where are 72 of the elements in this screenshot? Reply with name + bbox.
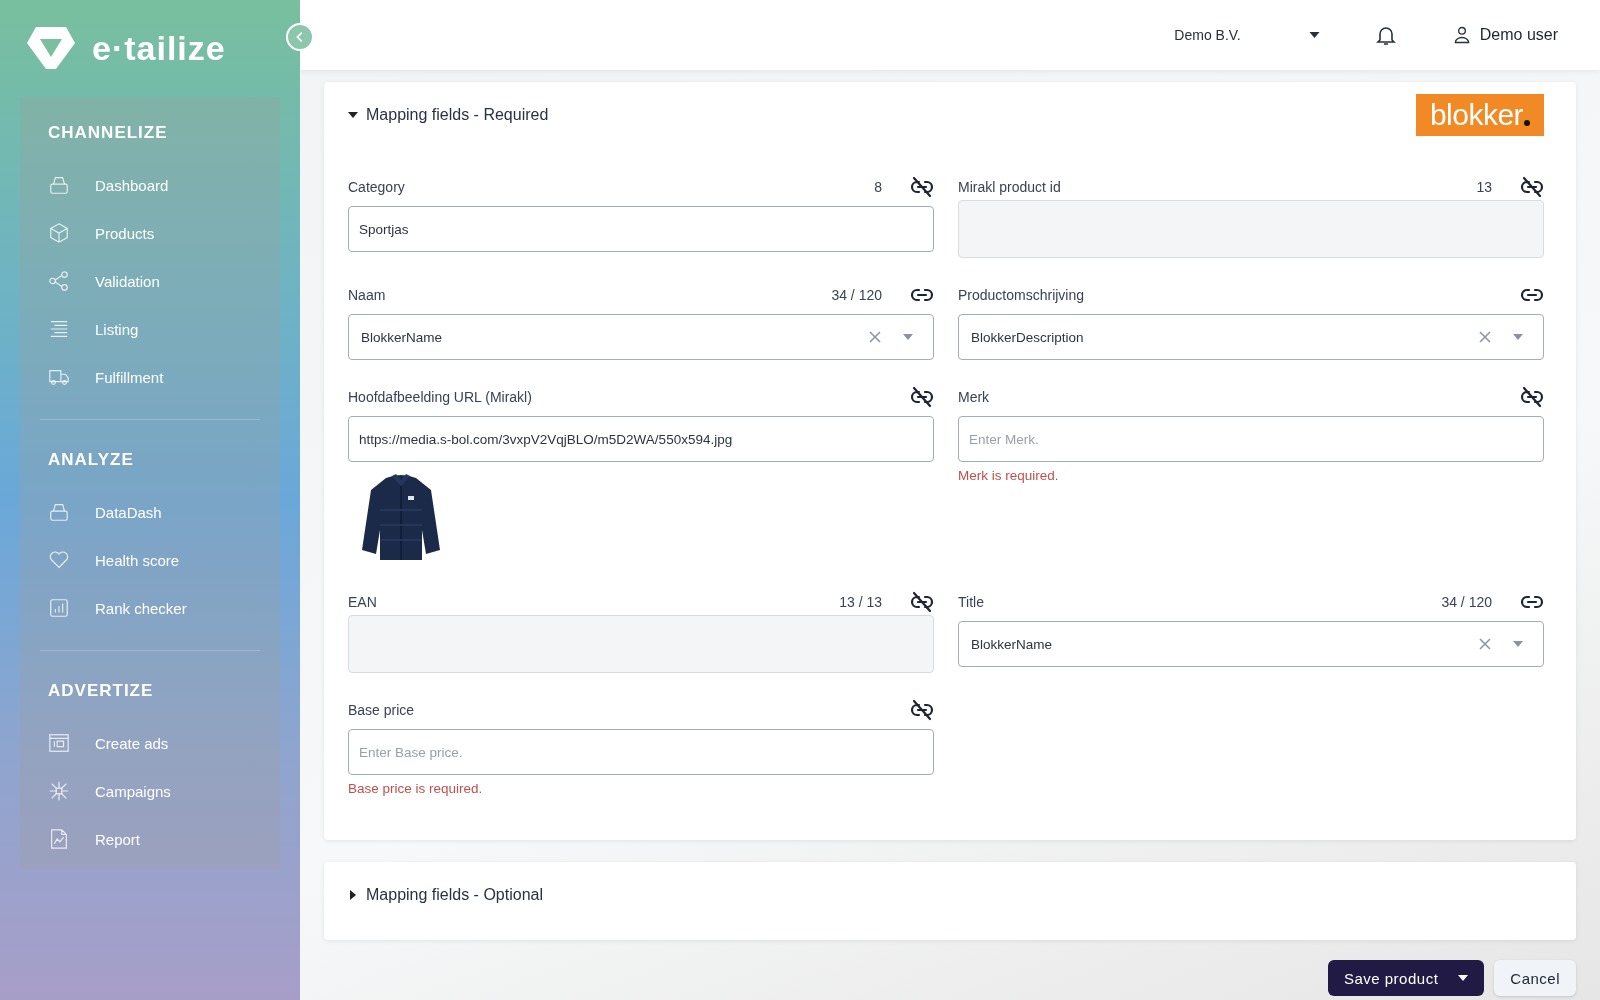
nav-item[interactable]: DataDash <box>48 488 260 536</box>
nav-section-title: ANALYZE <box>48 450 135 470</box>
nav-item[interactable]: Validation <box>48 257 260 305</box>
nav-section-title: CHANNELIZE <box>48 123 169 143</box>
unlink-icon[interactable] <box>910 175 934 199</box>
clear-icon[interactable] <box>1479 638 1491 650</box>
clear-icon[interactable] <box>869 331 881 343</box>
section-toggle[interactable]: Mapping fields - Required <box>348 106 549 124</box>
logo-text: e·tailize <box>92 28 226 68</box>
nav-item[interactable]: Create ads <box>48 719 260 767</box>
tray-icon <box>48 501 70 523</box>
nav-item[interactable]: Report <box>48 815 260 863</box>
ad-icon <box>48 732 70 754</box>
share-icon <box>48 270 70 292</box>
network-icon <box>48 780 70 802</box>
caret-icon <box>1513 641 1523 647</box>
unlink-icon[interactable] <box>1520 175 1544 199</box>
character-count: 34 / 120 <box>1441 594 1492 610</box>
unlink-icon[interactable] <box>910 590 934 614</box>
field-label: Mirakl product id <box>958 179 1062 195</box>
save-product-button[interactable]: Save product <box>1327 960 1485 996</box>
select-field[interactable]: BlokkerName <box>958 621 1544 667</box>
cancel-button[interactable]: Cancel <box>1494 960 1576 996</box>
input-field[interactable]: Enter Base price. <box>348 729 934 775</box>
input-field[interactable]: Sportjas <box>348 206 934 252</box>
input-field[interactable]: https://media.s-bol.com/3vxpV2VqjBLO/m5D2WA/550x594.jpg <box>348 416 934 462</box>
nav-item[interactable]: Products <box>48 209 260 257</box>
caret-icon <box>1458 975 1469 981</box>
tray-icon <box>48 174 70 196</box>
nav-item[interactable]: Fulfillment <box>48 353 260 401</box>
caret-icon <box>903 334 913 340</box>
cube-icon <box>48 222 70 244</box>
field-label: Title <box>958 594 985 610</box>
unlink-icon[interactable] <box>910 698 934 722</box>
clear-icon[interactable] <box>1479 331 1491 343</box>
field-label: Hoofdafbeelding URL (Mirakl) <box>348 389 533 405</box>
marketplace-logo: blokker <box>1416 94 1544 136</box>
character-count: 8 <box>874 179 882 195</box>
company-dropdown[interactable]: Demo B.V. <box>1168 26 1326 44</box>
field-label: Category <box>348 179 406 195</box>
select-field[interactable]: BlokkerDescription <box>958 314 1544 360</box>
nav-item[interactable]: Dashboard <box>48 161 260 209</box>
character-count: 13 / 13 <box>839 594 882 610</box>
error-message: Merk is required. <box>958 468 1060 483</box>
section-toggle[interactable]: Mapping fields - Optional <box>348 886 543 904</box>
field-label: EAN <box>348 594 378 610</box>
field-label: Productomschrijving <box>958 287 1086 303</box>
caret-icon <box>1308 32 1320 38</box>
nav-section-title: ADVERTIZE <box>48 681 155 701</box>
nav-item[interactable]: Health score <box>48 536 260 584</box>
caret-icon <box>1513 334 1523 340</box>
field-label: Naam <box>348 287 387 303</box>
nav-item[interactable]: Campaigns <box>48 767 260 815</box>
list-icon <box>48 318 70 340</box>
heart-icon <box>48 549 70 571</box>
select-field[interactable]: BlokkerName <box>348 314 934 360</box>
unlink-icon[interactable] <box>1520 385 1544 409</box>
field-label: Merk <box>958 389 991 405</box>
field-label: Base price <box>348 702 416 718</box>
unlink-icon[interactable] <box>910 385 934 409</box>
character-count: 34 / 120 <box>831 287 882 303</box>
input-field[interactable]: Enter Merk. <box>958 416 1544 462</box>
error-message: Base price is required. <box>348 781 484 796</box>
bar-chart-icon <box>48 597 70 619</box>
caret-icon <box>348 890 358 900</box>
caret-icon <box>348 110 358 120</box>
user-menu[interactable]: Demo user <box>1445 24 1564 46</box>
report-icon <box>48 828 70 850</box>
logo-icon <box>26 25 76 71</box>
nav-item[interactable]: Listing <box>48 305 260 353</box>
character-count: 13 <box>1476 179 1492 195</box>
nav-item[interactable]: Rank checker <box>48 584 260 632</box>
